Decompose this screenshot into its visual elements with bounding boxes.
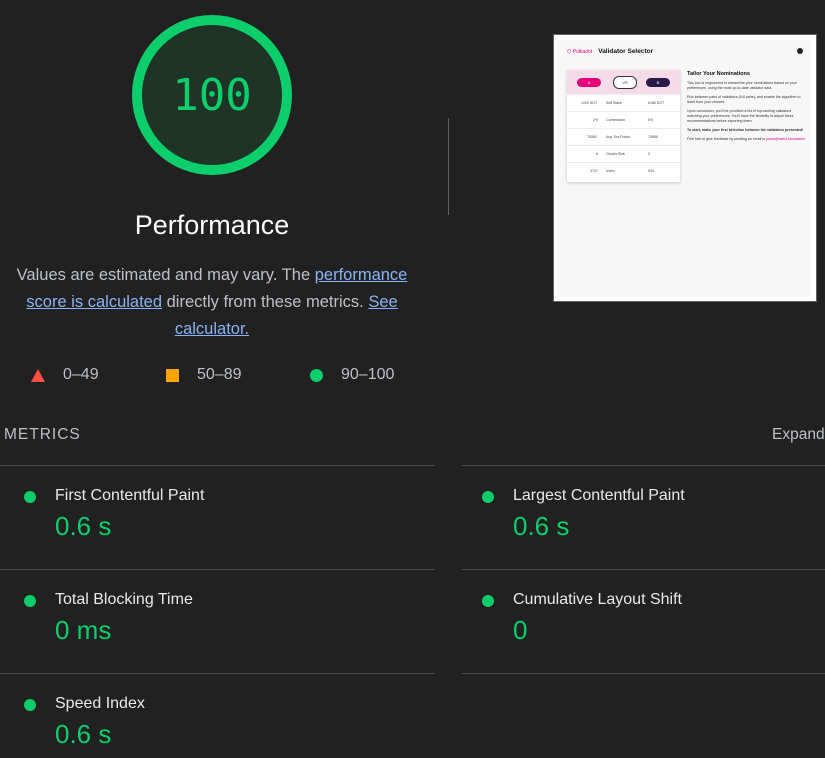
comparison-row: 75380 Avg. Era Points 75686 xyxy=(567,128,680,146)
legend-label: 90–100 xyxy=(341,366,395,383)
comparison-row: 2% Commission 5% xyxy=(567,111,680,129)
value-a: 1000 DOT xyxy=(581,101,598,105)
square-icon xyxy=(166,368,179,382)
legend-fail: 0–49 xyxy=(31,366,99,384)
value-b: 3 xyxy=(648,152,650,156)
metric-value: 0 xyxy=(513,615,528,645)
pass-circle-icon xyxy=(482,491,494,503)
row-label: Self Stake xyxy=(606,101,622,105)
gauge-title: Performance xyxy=(134,210,290,240)
lighthouse-report: 100 Performance Values are estimated and… xyxy=(0,0,825,758)
metric-tbt: Total Blocking Time 0 ms xyxy=(24,591,424,651)
metric-name: Total Blocking Time xyxy=(55,591,193,608)
metric-name: Speed Index xyxy=(55,695,145,712)
feedback-paragraph: Feel free to give feedback by sending an… xyxy=(687,137,805,142)
intro-paragraph: This tool is engineered to streamline yo… xyxy=(687,81,797,90)
value-a: 6 xyxy=(596,152,598,156)
divider xyxy=(448,118,449,215)
value-b: 75686 xyxy=(648,135,658,139)
comparison-row: 1000 DOT Self Stake 6186 DOT xyxy=(567,94,680,112)
pass-circle-icon xyxy=(482,595,494,607)
metric-name: First Contentful Paint xyxy=(55,487,205,504)
polkadot-logo: ⬡ Polkadot xyxy=(567,48,593,55)
gauge-score: 100 xyxy=(172,69,252,121)
legend-label: 0–49 xyxy=(63,366,99,383)
divider xyxy=(0,569,435,570)
screenshot-page: ⬡ Polkadot Validator Selector A VS B 100… xyxy=(559,40,811,297)
intro-paragraph: To start, make your first selection betw… xyxy=(687,128,804,132)
divider xyxy=(462,673,825,674)
divider xyxy=(462,465,825,466)
metric-fcp: First Contentful Paint 0.6 s xyxy=(24,487,424,547)
pass-circle-icon xyxy=(24,595,36,607)
value-a: 75380 xyxy=(587,135,597,139)
screenshot-title: Validator Selector xyxy=(598,48,654,55)
vs-badge: VS xyxy=(613,76,637,89)
moon-icon xyxy=(797,48,803,54)
description-text: Values are estimated and may vary. The xyxy=(16,266,315,284)
metric-value: 0.6 s xyxy=(55,719,112,749)
intro-paragraph: Upon conclusion, you'll be provided a li… xyxy=(687,109,794,123)
score-legend: 0–49 50–89 90–100 xyxy=(0,366,440,388)
row-label: Cluster Size xyxy=(606,152,625,156)
expand-view-toggle[interactable]: Expand view xyxy=(772,426,825,444)
legend-label: 50–89 xyxy=(197,366,242,383)
performance-gauge[interactable]: 100 xyxy=(131,14,293,176)
score-description: Values are estimated and may vary. The p… xyxy=(12,262,412,343)
screenshot-header: ⬡ Polkadot Validator Selector xyxy=(567,48,653,55)
metric-speed-index: Speed Index 0.6 s xyxy=(24,695,424,755)
row-label: Votes xyxy=(606,169,615,173)
divider xyxy=(0,673,435,674)
divider xyxy=(462,569,825,570)
comparison-row: 6 Cluster Size 3 xyxy=(567,145,680,163)
value-b: 934 xyxy=(648,169,654,173)
metric-value: 0.6 s xyxy=(513,511,570,541)
metrics-heading: METRICS xyxy=(4,426,81,443)
intro-paragraph: Pick between pairs of validators (6-8 pa… xyxy=(687,95,801,104)
metric-cls: Cumulative Layout Shift 0 xyxy=(482,591,822,651)
metric-name: Cumulative Layout Shift xyxy=(513,591,682,608)
divider xyxy=(0,465,435,466)
comparison-row: 3707 Votes 934 xyxy=(567,162,680,180)
value-a: 3707 xyxy=(590,169,598,173)
intro-heading: Tailor Your Nominations xyxy=(687,71,750,77)
feedback-text: Feel free to give feedback by sending an… xyxy=(687,137,766,141)
triangle-icon xyxy=(31,368,45,382)
metric-name: Largest Contentful Paint xyxy=(513,487,685,504)
final-screenshot[interactable]: ⬡ Polkadot Validator Selector A VS B 100… xyxy=(553,34,817,302)
metric-value: 0.6 s xyxy=(55,511,112,541)
validator-a-pill: A xyxy=(577,78,601,87)
legend-pass: 90–100 xyxy=(310,366,394,384)
row-label: Commission xyxy=(606,118,626,122)
row-label: Avg. Era Points xyxy=(606,135,631,139)
card-header: A VS B xyxy=(567,70,680,94)
intro-text: Tailor Your Nominations This tool is eng… xyxy=(687,71,805,146)
legend-average: 50–89 xyxy=(166,366,242,384)
pass-circle-icon xyxy=(24,491,36,503)
value-b: 6186 DOT xyxy=(648,101,665,105)
pass-circle-icon xyxy=(24,699,36,711)
metric-value: 0 ms xyxy=(55,615,112,645)
description-text: directly from these metrics. xyxy=(162,293,369,311)
feedback-email: jonas@web3.foundation xyxy=(766,137,805,141)
metric-lcp: Largest Contentful Paint 0.6 s xyxy=(482,487,822,547)
comparison-card: A VS B 1000 DOT Self Stake 6186 DOT 2% C… xyxy=(567,70,680,182)
validator-b-pill: B xyxy=(646,78,670,87)
circle-icon xyxy=(310,368,323,382)
value-b: 5% xyxy=(648,118,654,122)
value-a: 2% xyxy=(593,118,599,122)
